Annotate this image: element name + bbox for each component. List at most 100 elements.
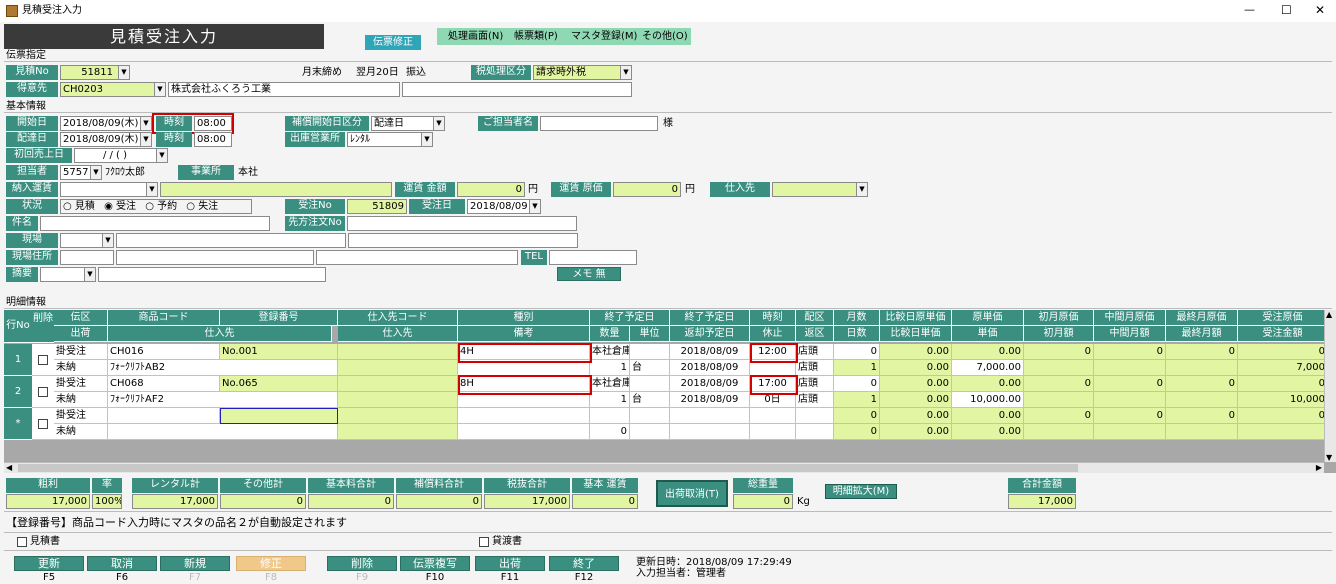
- tekiyo-select[interactable]: ▼: [40, 267, 96, 282]
- genba-extra-field[interactable]: [348, 233, 578, 248]
- grid-cell[interactable]: 未納: [54, 424, 108, 440]
- grid-cell[interactable]: [670, 424, 750, 440]
- close-icon[interactable]: ✕: [1315, 3, 1325, 17]
- grid-cell[interactable]: [1024, 392, 1094, 408]
- chevron-down-icon[interactable]: ▼: [84, 268, 95, 281]
- fkey-button-f11[interactable]: 出荷: [475, 556, 545, 571]
- grid-cell[interactable]: [1024, 360, 1094, 376]
- grid-cell[interactable]: 0: [834, 376, 880, 392]
- chevron-down-icon[interactable]: ▼: [529, 200, 540, 213]
- tel-field[interactable]: [549, 250, 637, 265]
- grid-cell[interactable]: 1: [590, 392, 630, 408]
- grid-cell[interactable]: [458, 424, 590, 440]
- hosho-select[interactable]: 配達日 ▼: [371, 116, 445, 131]
- chevron-down-icon[interactable]: ▼: [856, 183, 867, 196]
- genba-select[interactable]: ▼: [60, 233, 114, 248]
- grid-cell[interactable]: [750, 408, 796, 424]
- grid-cell[interactable]: 0.00: [952, 408, 1024, 424]
- tax-select[interactable]: 請求時外税 ▼: [533, 65, 632, 80]
- radio-shitchu[interactable]: ○ 失注: [186, 201, 218, 212]
- grid-cell[interactable]: 店頭: [796, 392, 834, 408]
- nonyu-select[interactable]: ▼: [60, 182, 158, 197]
- grid-cell[interactable]: 7,000: [1238, 360, 1328, 376]
- menu-master[interactable]: マスタ登録(M): [571, 30, 637, 44]
- tokui-code-field[interactable]: CH0203 ▼: [60, 82, 166, 97]
- genba-name-field[interactable]: [116, 233, 346, 248]
- grid-cell[interactable]: [1024, 424, 1094, 440]
- grid-cell[interactable]: No.001: [220, 344, 338, 360]
- grid-cell[interactable]: 0: [1238, 408, 1328, 424]
- menu-shori[interactable]: 処理画面(N): [448, 30, 503, 44]
- grid-cell[interactable]: 0.00: [952, 344, 1024, 360]
- grid-cell[interactable]: 2018/08/09: [670, 344, 750, 360]
- grid-cell[interactable]: 1: [834, 392, 880, 408]
- kenmei-field[interactable]: [40, 216, 270, 231]
- grid-cell[interactable]: 0: [1238, 344, 1328, 360]
- grid-cell[interactable]: [1094, 392, 1166, 408]
- tokui-extra-field[interactable]: [402, 82, 632, 97]
- chevron-down-icon[interactable]: ▼: [421, 133, 432, 146]
- grid-cell[interactable]: 0: [1024, 408, 1094, 424]
- grid-cell[interactable]: 0: [1024, 376, 1094, 392]
- grid-cell[interactable]: [338, 344, 458, 360]
- genba-addr-field2[interactable]: [116, 250, 314, 265]
- chevron-down-icon[interactable]: ▼: [118, 66, 129, 79]
- grid-cell[interactable]: 台: [630, 360, 670, 376]
- chevron-down-icon[interactable]: ▼: [140, 133, 151, 146]
- grid-cell[interactable]: 未納: [54, 392, 108, 408]
- meisai-kakudai-button[interactable]: 明細拡大(M): [825, 484, 897, 499]
- grid-cell[interactable]: 0: [834, 344, 880, 360]
- grid-cell[interactable]: 未納: [54, 360, 108, 376]
- eigyosho-select[interactable]: ﾚﾝﾀﾙ ▼: [347, 132, 433, 147]
- grid-cell[interactable]: 0: [1094, 408, 1166, 424]
- maximize-icon[interactable]: ☐: [1281, 3, 1292, 17]
- chevron-down-icon[interactable]: ▼: [154, 83, 165, 96]
- radio-yoyaku[interactable]: ○ 予約: [145, 201, 177, 212]
- menu-other[interactable]: その他(O): [642, 30, 688, 44]
- grid-cell[interactable]: No.065: [220, 376, 338, 392]
- memo-button[interactable]: メモ 無: [557, 267, 621, 281]
- grid-cell[interactable]: CH068: [108, 376, 220, 392]
- grid-cell[interactable]: [590, 408, 630, 424]
- grid-cell[interactable]: 店頭: [796, 344, 834, 360]
- grid-cell[interactable]: [630, 376, 670, 392]
- genba-addr-field1[interactable]: [60, 250, 114, 265]
- grid-cell[interactable]: [458, 408, 590, 424]
- delete-checkbox[interactable]: [38, 419, 48, 429]
- grid-cell[interactable]: 本社倉庫: [590, 344, 630, 360]
- active-cell[interactable]: [220, 408, 338, 424]
- haitatsu-time-field[interactable]: 08:00: [194, 132, 232, 147]
- start-date-field[interactable]: 2018/08/09(木) ▼: [60, 116, 152, 131]
- shokai-field[interactable]: / / ( ) ▼: [74, 148, 168, 163]
- grid-cell[interactable]: 本社倉庫: [590, 376, 630, 392]
- chevron-down-icon[interactable]: ▼: [146, 183, 157, 196]
- grid-cell[interactable]: 0.00: [952, 376, 1024, 392]
- grid-cell[interactable]: [1166, 360, 1238, 376]
- grid-cell[interactable]: 0: [834, 408, 880, 424]
- grid-cell[interactable]: 0: [1166, 344, 1238, 360]
- grid-cell[interactable]: 2018/08/09: [670, 360, 750, 376]
- grid-cell[interactable]: [1094, 360, 1166, 376]
- fkey-button-f9[interactable]: 削除: [327, 556, 397, 571]
- grid-cell[interactable]: 掛受注: [54, 408, 108, 424]
- fkey-button-f5[interactable]: 更新: [14, 556, 84, 571]
- grid-cell[interactable]: [630, 424, 670, 440]
- grid-cell[interactable]: 0.00: [880, 344, 952, 360]
- chevron-down-icon[interactable]: ▼: [140, 117, 151, 130]
- grid-cell[interactable]: [108, 424, 338, 440]
- tokui-name-field[interactable]: 株式会社ふくろう工業: [168, 82, 400, 97]
- chevron-down-icon[interactable]: ▼: [1326, 453, 1332, 462]
- grid-cell[interactable]: CH016: [108, 344, 220, 360]
- genba-addr-field3[interactable]: [316, 250, 518, 265]
- chevron-down-icon[interactable]: ▼: [433, 117, 444, 130]
- grid-cell[interactable]: 店頭: [796, 376, 834, 392]
- grid-cell[interactable]: 7,000.00: [952, 360, 1024, 376]
- chevron-down-icon[interactable]: ▼: [90, 166, 101, 179]
- grid-cell[interactable]: 0: [1094, 376, 1166, 392]
- grid-cell[interactable]: ﾌｫｰｸﾘﾌﾄAF2: [108, 392, 338, 408]
- shiiresaki-select[interactable]: ▼: [772, 182, 868, 197]
- grid-cell[interactable]: 1: [590, 360, 630, 376]
- chevron-down-icon[interactable]: ▼: [620, 66, 631, 79]
- mitsumori-no-field[interactable]: 51811 ▼: [60, 65, 130, 80]
- menu-chohyo[interactable]: 帳票類(P): [514, 30, 558, 44]
